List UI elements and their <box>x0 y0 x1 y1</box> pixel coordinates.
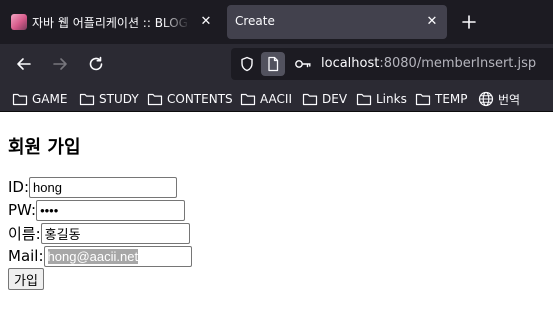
folder-icon <box>415 93 431 106</box>
tab-create[interactable]: Create ✕ <box>227 5 447 39</box>
bookmark-folder-aacii[interactable]: AACII <box>240 90 292 108</box>
plus-icon <box>462 15 476 29</box>
bookmark-folder-study[interactable]: STUDY <box>79 90 139 108</box>
id-label: ID: <box>8 178 30 196</box>
bookmark-folder-dev[interactable]: DEV <box>302 90 347 108</box>
id-input[interactable] <box>29 176 178 198</box>
new-tab-button[interactable] <box>457 10 481 34</box>
tab-title: 자바 웹 어플리케이션 :: BLOG.AACII.NET <box>32 16 190 30</box>
tab-strip: 자바 웹 어플리케이션 :: BLOG.AACII.NET ✕ Create ✕ <box>0 0 553 44</box>
name-row: 이름: <box>8 222 190 244</box>
nav-toolbar: localhost:8080/memberInsert.jsp <box>0 44 553 84</box>
url-text[interactable]: localhost:8080/memberInsert.jsp <box>321 56 536 71</box>
folder-icon <box>147 93 163 106</box>
bookmark-folder-game[interactable]: GAME <box>12 90 67 108</box>
bookmark-label: STUDY <box>99 92 139 106</box>
globe-icon <box>478 91 494 107</box>
tracking-protection-shield-icon[interactable] <box>235 52 259 76</box>
name-input[interactable] <box>40 222 190 244</box>
bookmark-folder-contents[interactable]: CONTENTS <box>147 90 233 108</box>
forward-button[interactable] <box>48 52 72 76</box>
mail-input[interactable]: hong@aacii.net <box>43 245 192 267</box>
pw-row: PW: <box>8 199 186 221</box>
pw-label: PW: <box>8 201 37 219</box>
url-host: localhost <box>321 56 380 71</box>
bookmark-translate[interactable]: 번역 <box>478 90 520 108</box>
bookmark-label: 번역 <box>498 92 521 107</box>
key-icon[interactable] <box>291 52 315 76</box>
bookmark-label: TEMP <box>435 92 468 106</box>
tab-blog[interactable]: 자바 웹 어플리케이션 :: BLOG.AACII.NET ✕ <box>4 5 218 39</box>
bookmark-label: Links <box>376 92 407 106</box>
tab-title: Create <box>235 14 275 28</box>
folder-icon <box>240 93 256 106</box>
mail-input-value: hong@aacii.net <box>47 248 139 264</box>
folder-icon <box>12 93 28 106</box>
folder-icon <box>302 93 318 106</box>
url-path: :8080/memberInsert.jsp <box>379 56 537 71</box>
address-bar[interactable]: localhost:8080/memberInsert.jsp <box>231 48 553 80</box>
bookmark-label: CONTENTS <box>167 92 233 106</box>
password-input[interactable] <box>36 199 186 221</box>
join-submit-button[interactable]: 가입 <box>8 268 44 290</box>
bookmark-folder-temp[interactable]: TEMP <box>415 90 468 108</box>
mail-label: Mail: <box>8 247 44 265</box>
id-row: ID: <box>8 176 178 198</box>
arrow-left-icon <box>17 58 31 70</box>
bookmark-label: AACII <box>260 92 292 106</box>
name-label: 이름: <box>8 224 41 243</box>
bookmarks-toolbar: GAME STUDY CONTENTS AACII DEV Links TEMP… <box>0 84 553 112</box>
page-title: 회원 가입 <box>8 137 81 158</box>
bookmark-folder-links[interactable]: Links <box>356 90 407 108</box>
back-button[interactable] <box>12 52 36 76</box>
arrow-right-icon <box>53 58 67 70</box>
close-tab-icon[interactable]: ✕ <box>421 10 443 32</box>
mail-row: Mail: hong@aacii.net <box>8 245 192 267</box>
page-content: 회원 가입 ID: PW: 이름: Mail: hong@aacii.net 가… <box>0 113 553 319</box>
close-tab-icon[interactable]: ✕ <box>195 10 217 32</box>
page-info-icon[interactable] <box>261 52 285 76</box>
blog-favicon-icon <box>11 14 27 30</box>
reload-button[interactable] <box>84 52 108 76</box>
reload-icon <box>89 56 103 71</box>
folder-icon <box>79 93 95 106</box>
folder-icon <box>356 93 372 106</box>
bookmark-label: DEV <box>322 92 348 106</box>
bookmark-label: GAME <box>32 92 68 106</box>
